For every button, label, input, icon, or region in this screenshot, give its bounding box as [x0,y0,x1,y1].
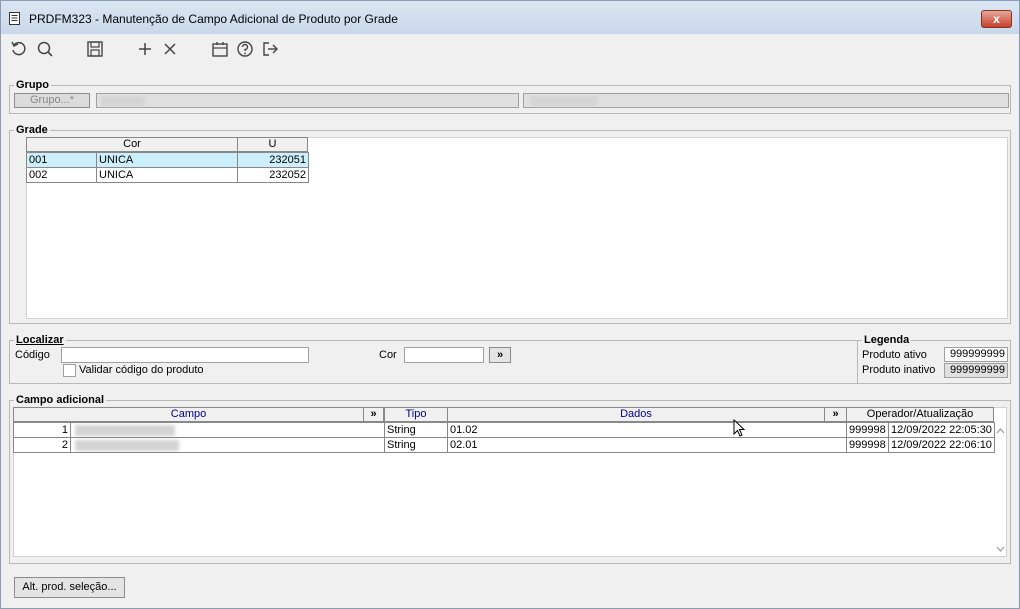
operador-cell: 999998 [846,437,889,453]
tipo-cell[interactable]: String [384,422,448,438]
table-row[interactable]: 2 String 02.01 999998 12/09/2022 22:06:1… [13,437,995,453]
localizar-legend: Localizar [16,334,64,346]
dados-expand-button[interactable]: » [824,407,847,422]
grupo-description-field[interactable] [523,93,1009,108]
title-bar: PRDFM323 - Manutenção de Campo Adicional… [1,1,1019,34]
grade-code-cell[interactable]: 002 [26,167,97,183]
calendar-icon[interactable] [211,40,229,58]
dados-header[interactable]: Dados [447,407,825,422]
undo-icon[interactable] [10,40,28,58]
campo-header[interactable]: Campo [13,407,364,422]
codigo-input[interactable] [61,347,309,363]
codigo-label: Código [15,349,50,361]
campo-adicional-legend: Campo adicional [16,394,105,406]
table-row[interactable]: 002 UNICA 232052 [26,167,309,183]
search-icon[interactable] [36,40,54,58]
scroll-up-icon[interactable] [996,428,1005,434]
campo-expand-button[interactable]: » [363,407,384,422]
grade-table: 001 UNICA 232051 002 UNICA 232052 [26,152,309,183]
grade-u-cell[interactable]: 232051 [237,152,309,168]
row-number-cell: 2 [13,437,71,453]
dados-cell[interactable]: 02.01 [447,437,847,453]
redacted-text [530,96,598,106]
delete-icon[interactable] [161,40,179,58]
mouse-cursor-icon [733,419,746,437]
redacted-text [101,96,145,106]
dados-cell[interactable]: 01.02 [447,422,847,438]
operador-cell: 999998 [846,422,889,438]
grade-legend: Grade [16,124,48,136]
grupo-button[interactable]: Grupo...* [14,93,90,108]
redacted-text [75,425,175,436]
table-row[interactable]: 001 UNICA 232051 [26,152,309,168]
campo-cell[interactable] [70,437,385,453]
grade-header-cor[interactable]: Cor [26,137,238,152]
campo-cell[interactable] [70,422,385,438]
produto-ativo-swatch: 999999999 [944,347,1008,362]
grade-cor-cell[interactable]: UNICA [96,167,238,183]
campo-adicional-table: 1 String 01.02 999998 12/09/2022 22:05:3… [13,422,995,453]
help-icon[interactable] [236,40,254,58]
close-icon: x [993,12,1000,26]
tipo-cell[interactable]: String [384,437,448,453]
table-row[interactable]: 1 String 01.02 999998 12/09/2022 22:05:3… [13,422,995,438]
validar-checkbox[interactable] [63,364,76,377]
grade-header-u[interactable]: U [237,137,308,152]
application-window: PRDFM323 - Manutenção de Campo Adicional… [0,0,1020,609]
legenda-legend: Legenda [864,334,910,346]
grupo-code-field[interactable] [96,93,519,108]
cor-search-button[interactable]: » [489,347,511,363]
document-icon [9,12,20,25]
produto-inativo-label: Produto inativo [862,364,936,376]
operador-header[interactable]: Operador/Atualização [846,407,994,422]
cor-label: Cor [379,349,397,361]
produto-inativo-swatch: 999999999 [944,363,1008,378]
grupo-legend: Grupo [16,79,49,91]
toolbar [1,34,1019,64]
atualizacao-cell: 12/09/2022 22:05:30 [888,422,995,438]
row-number-cell: 1 [13,422,71,438]
validar-label[interactable]: Validar código do produto [79,364,204,376]
alt-prod-selecao-button[interactable]: Alt. prod. seleção... [14,577,125,598]
tipo-header[interactable]: Tipo [384,407,448,422]
scroll-down-icon[interactable] [996,546,1005,552]
window-title: PRDFM323 - Manutenção de Campo Adicional… [29,12,398,26]
cor-input[interactable] [404,347,484,363]
grade-code-cell[interactable]: 001 [26,152,97,168]
produto-ativo-label: Produto ativo [862,349,927,361]
atualizacao-cell: 12/09/2022 22:06:10 [888,437,995,453]
grade-u-cell[interactable]: 232052 [237,167,309,183]
add-icon[interactable] [136,40,154,58]
save-icon[interactable] [86,40,104,58]
grade-cor-cell[interactable]: UNICA [96,152,238,168]
redacted-text [75,440,179,451]
exit-icon[interactable] [261,40,279,58]
close-button[interactable]: x [981,10,1012,28]
